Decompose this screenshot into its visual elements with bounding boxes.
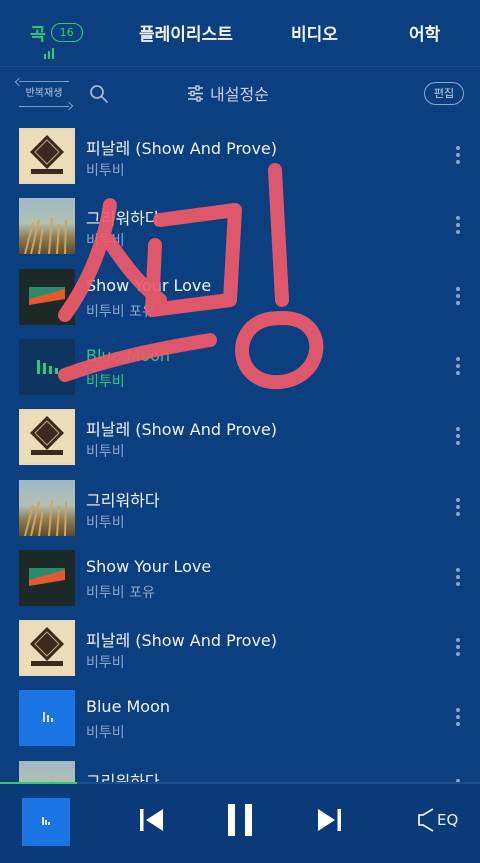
more-options-icon[interactable]	[451, 706, 465, 728]
song-row[interactable]: 피날레 (Show And Prove) 비투비	[0, 403, 480, 473]
more-options-icon[interactable]	[451, 566, 465, 588]
now-playing-mini-icon	[44, 48, 54, 59]
album-art-thumbnail[interactable]	[19, 760, 75, 782]
song-title: 그리워하다	[86, 771, 160, 782]
more-options-icon[interactable]	[451, 285, 465, 307]
song-row[interactable]: Show Your Love 비투비 포유	[0, 544, 480, 614]
sort-label: 내설정순	[210, 85, 269, 104]
song-row[interactable]: 피날레 (Show And Prove) 비투비	[0, 614, 480, 684]
equalizer-button[interactable]: EQ	[417, 806, 458, 834]
song-title: 피날레 (Show And Prove)	[86, 139, 278, 158]
song-row[interactable]: Blue Moon 비투비	[0, 684, 480, 754]
song-row[interactable]: 그리워하다비투비	[0, 474, 480, 544]
song-artist: 비투비	[86, 373, 125, 390]
album-art-thumbnail[interactable]	[19, 549, 75, 606]
edit-button[interactable]: 편집	[424, 82, 464, 105]
more-options-icon[interactable]	[451, 636, 465, 658]
album-art-thumbnail[interactable]	[19, 620, 75, 677]
album-art-thumbnail[interactable]	[19, 128, 75, 184]
player-bar: EQ	[0, 784, 480, 863]
eq-label: EQ	[437, 811, 459, 829]
song-artist: 비투비 포유	[86, 303, 155, 320]
album-art-thumbnail[interactable]	[19, 690, 75, 747]
more-options-icon[interactable]	[451, 214, 465, 236]
next-track-icon[interactable]	[316, 806, 342, 834]
song-artist: 비투비 포유	[86, 584, 155, 601]
song-row[interactable]: Blue Moon 비투비	[0, 333, 480, 403]
song-row[interactable]: 그리워하다비투비	[0, 192, 480, 262]
now-playing-album-art[interactable]	[22, 798, 70, 846]
tab-songs[interactable]: 곡 16	[30, 20, 83, 45]
tab-video[interactable]: 비디오	[291, 20, 338, 45]
pause-icon[interactable]	[226, 803, 254, 837]
more-options-icon[interactable]	[451, 496, 465, 518]
song-title: 피날레 (Show And Prove)	[86, 631, 278, 651]
album-art-thumbnail[interactable]	[19, 409, 75, 466]
song-title: Show Your Love	[86, 275, 212, 295]
album-art-thumbnail[interactable]	[19, 338, 75, 395]
more-options-icon[interactable]	[451, 355, 465, 377]
top-tab-bar: 곡 16 플레이리스트 비디오 어학	[0, 0, 480, 66]
album-art-icon	[42, 817, 50, 825]
song-title: Show Your Love	[86, 556, 212, 576]
song-row[interactable]: 피날레 (Show And Prove) 비투비	[0, 122, 480, 192]
sliders-icon	[188, 84, 203, 102]
album-art-thumbnail[interactable]	[19, 268, 75, 325]
song-title: 그리워하다	[86, 209, 160, 229]
album-art-thumbnail[interactable]	[19, 479, 75, 536]
songs-count-badge: 16	[50, 23, 83, 42]
tab-songs-label: 곡	[30, 25, 46, 45]
song-row[interactable]: 그리워하다비투비	[0, 755, 480, 782]
song-artist: 비투비	[86, 655, 125, 672]
album-art-thumbnail[interactable]	[19, 198, 75, 255]
song-artist: 비투비	[86, 444, 125, 461]
tab-lyrics[interactable]: 어학	[409, 20, 440, 45]
song-title: Blue Moon	[86, 345, 171, 365]
list-toolbar: 반복재생 내설정순 편집	[0, 67, 480, 121]
song-artist: 비투비	[86, 163, 125, 179]
more-options-icon[interactable]	[451, 425, 465, 447]
song-artist: 비투비	[86, 514, 125, 531]
more-options-icon[interactable]	[451, 144, 465, 166]
tab-playlist[interactable]: 플레이리스트	[139, 20, 233, 45]
song-artist: 비투비	[86, 725, 125, 742]
speaker-icon	[418, 808, 434, 832]
song-artist: 비투비	[86, 233, 125, 250]
song-title: 그리워하다	[86, 490, 160, 510]
song-list: 피날레 (Show And Prove) 비투비 그리워하다 비투비 Show Your…	[0, 122, 480, 782]
song-row[interactable]: Show Your Love 비투비 포유	[0, 263, 480, 333]
sort-button[interactable]: 내설정순	[187, 81, 269, 105]
search-icon[interactable]	[89, 84, 109, 104]
repeat-play-button[interactable]: 반복재생	[19, 81, 69, 107]
song-title: 피날레 (Show And Prove)	[86, 420, 278, 440]
previous-track-icon[interactable]	[139, 806, 165, 834]
song-title: Blue Moon	[86, 697, 171, 717]
